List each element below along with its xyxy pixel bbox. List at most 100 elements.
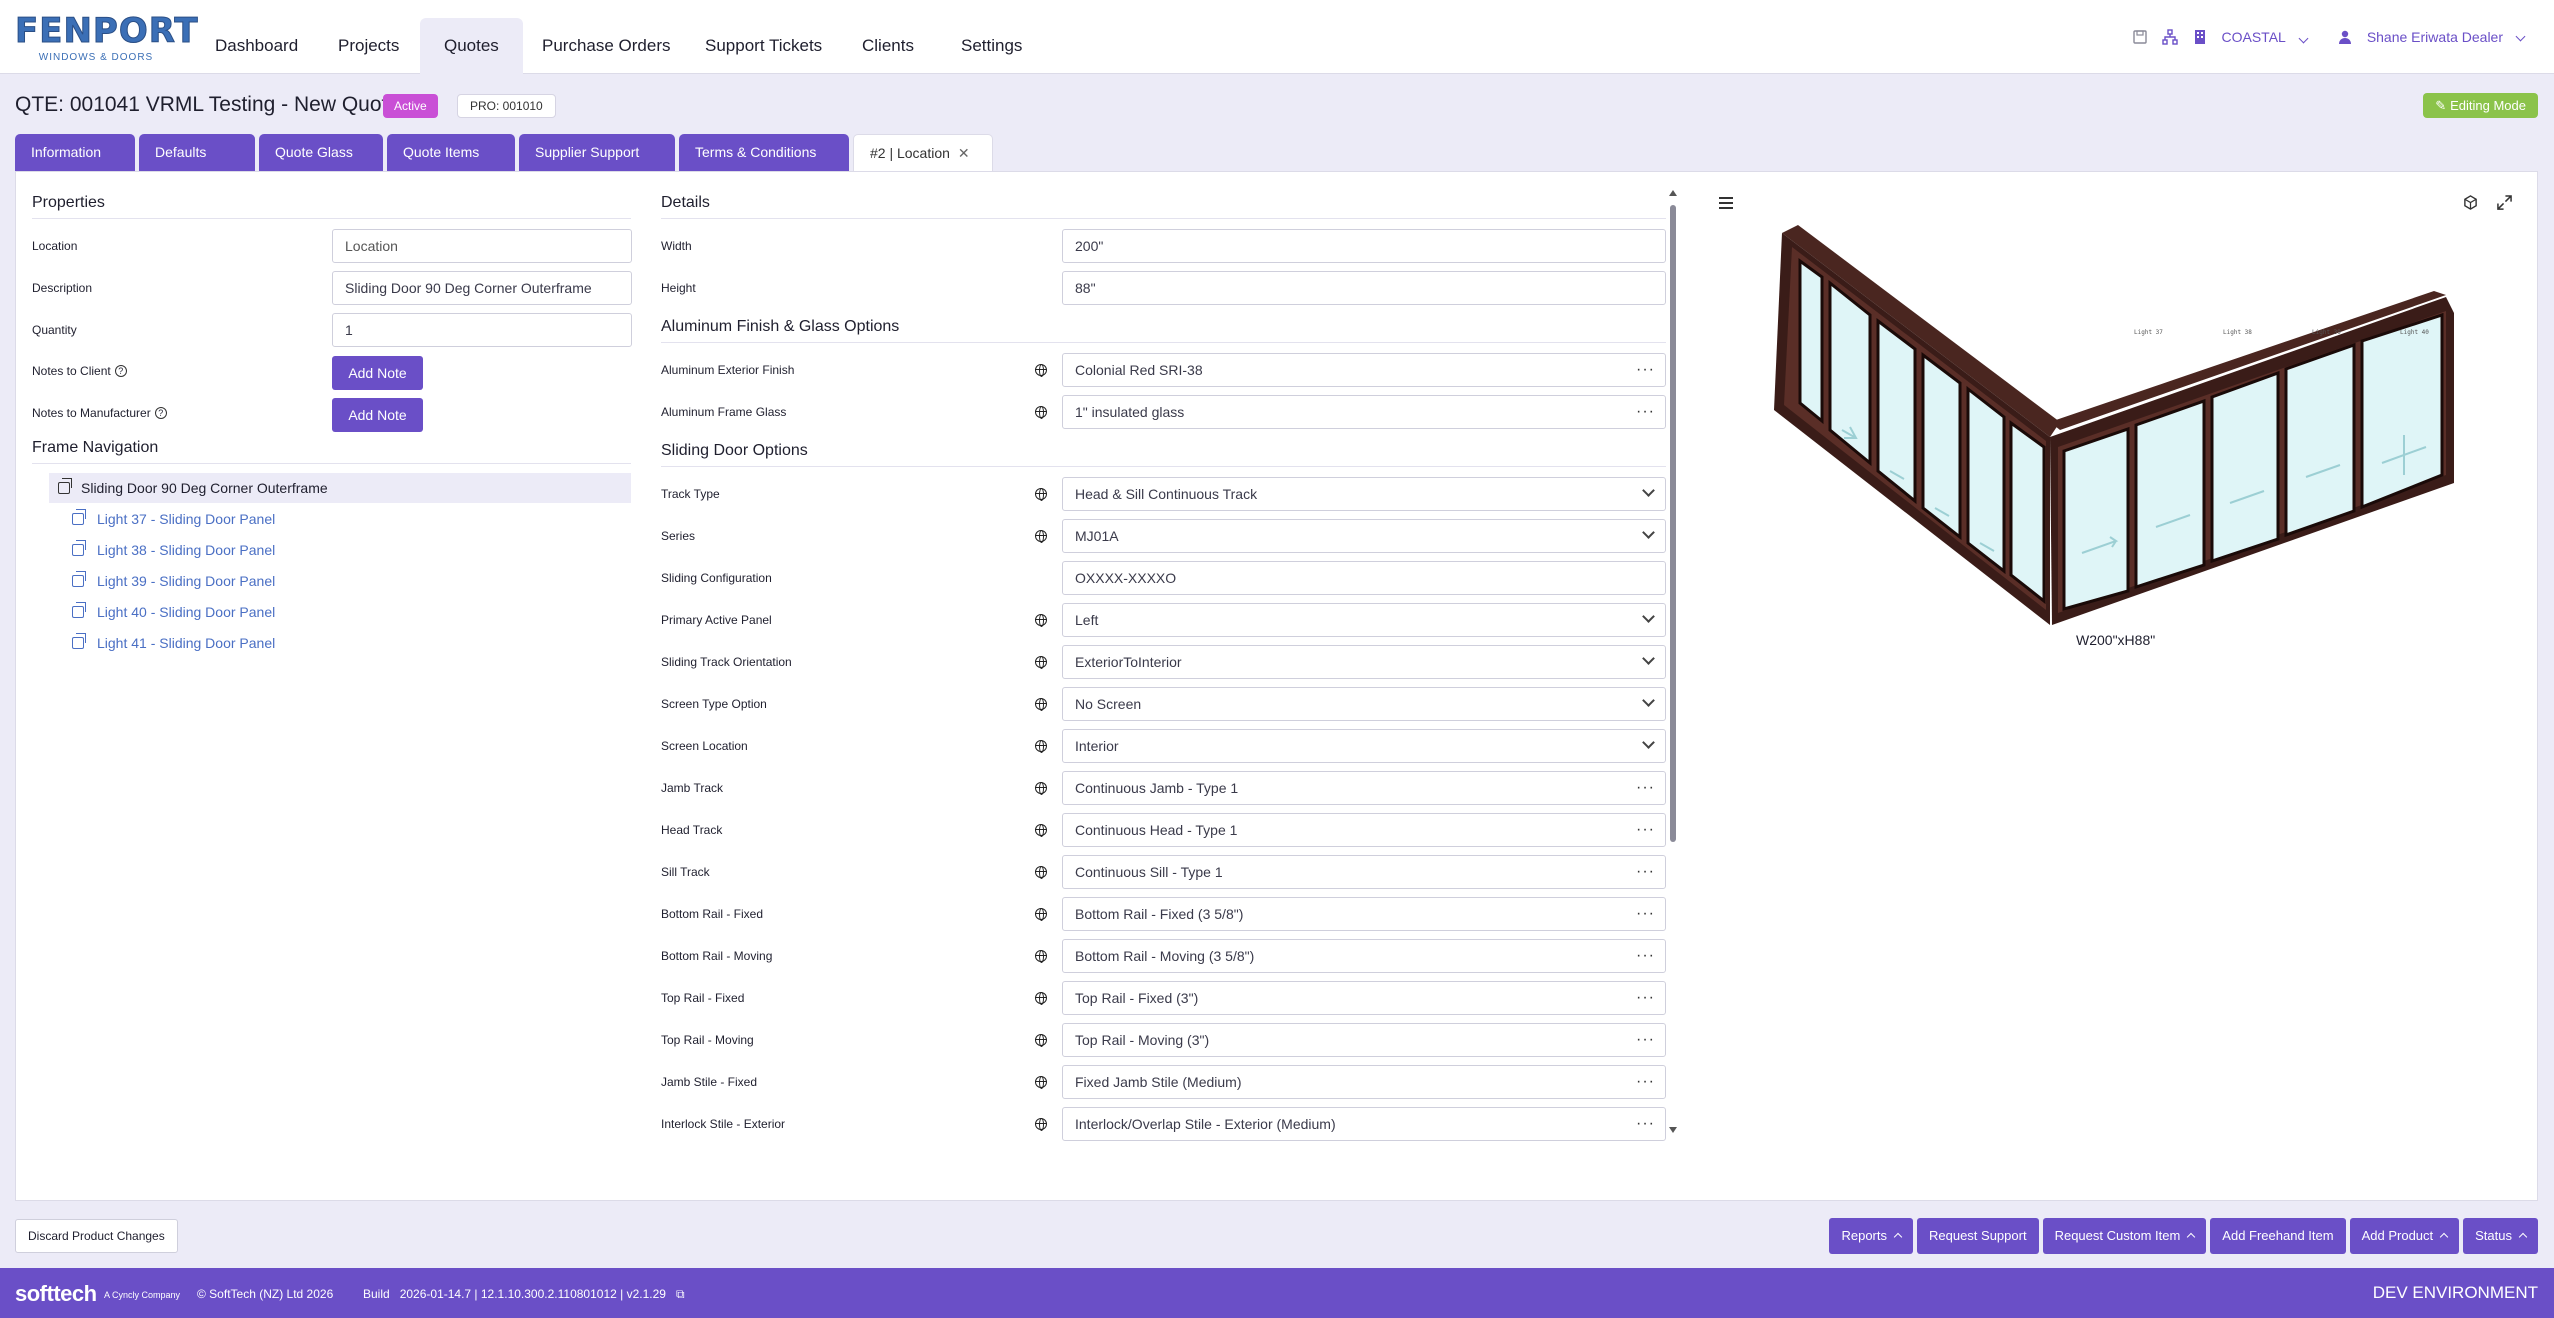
bottom-rail-fixed-input[interactable]: Bottom Rail - Fixed (3 5/8") ··· xyxy=(1062,897,1666,931)
jamb-stile-fixed-input[interactable]: Fixed Jamb Stile (Medium) ··· xyxy=(1062,1065,1666,1099)
jamb-track-input[interactable]: Continuous Jamb - Type 1 ··· xyxy=(1062,771,1666,805)
globe-icon[interactable] xyxy=(1035,364,1047,377)
tab-quote-glass[interactable]: Quote Glass xyxy=(259,134,383,171)
more-icon[interactable]: ··· xyxy=(1636,772,1655,804)
status-button[interactable]: Status xyxy=(2463,1218,2538,1254)
frame-nav-item[interactable]: Light 40 - Sliding Door Panel xyxy=(72,602,275,620)
sliding-configuration-input[interactable]: OXXXX-XXXXO xyxy=(1062,561,1666,595)
globe-icon[interactable] xyxy=(1035,908,1047,921)
track-type-select[interactable]: Head & Sill Continuous Track xyxy=(1062,477,1666,511)
pro-badge[interactable]: PRO: 001010 xyxy=(457,94,556,118)
add-note-manufacturer-button[interactable]: Add Note xyxy=(332,398,423,432)
frame-nav-item[interactable]: Light 37 - Sliding Door Panel xyxy=(72,509,275,527)
add-product-button[interactable]: Add Product xyxy=(2349,1218,2460,1254)
more-icon[interactable]: ··· xyxy=(1636,354,1655,386)
reports-button[interactable]: Reports xyxy=(1829,1218,1913,1254)
tab-supplier-support[interactable]: Supplier Support xyxy=(519,134,675,171)
more-icon[interactable]: ··· xyxy=(1636,982,1655,1014)
more-icon[interactable]: ··· xyxy=(1636,1066,1655,1098)
close-icon[interactable]: ✕ xyxy=(958,145,970,161)
fenport-logo[interactable]: FENPORT WINDOWS & DOORS xyxy=(15,12,199,64)
height-input[interactable]: 88" xyxy=(1062,271,1666,305)
tab-quote-items[interactable]: Quote Items xyxy=(387,134,515,171)
globe-icon[interactable] xyxy=(1035,530,1047,543)
nav-dashboard[interactable]: Dashboard xyxy=(191,18,322,74)
nav-purchase-orders[interactable]: Purchase Orders xyxy=(518,18,695,74)
globe-icon[interactable] xyxy=(1035,406,1047,419)
description-input[interactable]: Sliding Door 90 Deg Corner Outerframe xyxy=(332,271,632,305)
chevron-down-icon[interactable] xyxy=(2515,31,2526,41)
more-icon[interactable]: ··· xyxy=(1636,898,1655,930)
location-input[interactable]: Location xyxy=(332,229,632,263)
tab-information[interactable]: Information xyxy=(15,134,135,171)
globe-icon[interactable] xyxy=(1035,488,1047,501)
nav-settings[interactable]: Settings xyxy=(937,18,1046,74)
request-custom-item-button[interactable]: Request Custom Item xyxy=(2042,1218,2207,1254)
globe-icon[interactable] xyxy=(1035,824,1047,837)
more-icon[interactable]: ··· xyxy=(1636,814,1655,846)
door-3d-preview[interactable]: Light 37 Light 38 Light 39 Light 40 xyxy=(1770,225,2460,630)
more-icon[interactable]: ··· xyxy=(1636,856,1655,888)
screen-location-select[interactable]: Interior xyxy=(1062,729,1666,763)
more-icon[interactable]: ··· xyxy=(1636,1024,1655,1056)
nav-quotes[interactable]: Quotes xyxy=(420,18,523,74)
interlock-stile-exterior-input[interactable]: Interlock/Overlap Stile - Exterior (Medi… xyxy=(1062,1107,1666,1141)
width-input[interactable]: 200" xyxy=(1062,229,1666,263)
globe-icon[interactable] xyxy=(1035,866,1047,879)
cube-icon[interactable] xyxy=(2463,195,2478,210)
primary-active-panel-select[interactable]: Left xyxy=(1062,603,1666,637)
nav-support-tickets[interactable]: Support Tickets xyxy=(681,18,846,74)
globe-icon[interactable] xyxy=(1035,1034,1047,1047)
more-icon[interactable]: ··· xyxy=(1636,1108,1655,1140)
hierarchy-icon[interactable] xyxy=(2161,29,2178,45)
scrollbar-thumb[interactable] xyxy=(1670,205,1676,842)
frame-nav-item[interactable]: Light 39 - Sliding Door Panel xyxy=(72,571,275,589)
bottom-rail-moving-input[interactable]: Bottom Rail - Moving (3 5/8") ··· xyxy=(1062,939,1666,973)
head-track-input[interactable]: Continuous Head - Type 1 ··· xyxy=(1062,813,1666,847)
editing-mode-button[interactable]: ✎ Editing Mode xyxy=(2423,93,2538,118)
globe-icon[interactable] xyxy=(1035,782,1047,795)
globe-icon[interactable] xyxy=(1035,740,1047,753)
copy-icon[interactable]: ⧉ xyxy=(676,1287,685,1301)
add-note-client-button[interactable]: Add Note xyxy=(332,356,423,390)
globe-icon[interactable] xyxy=(1035,1118,1047,1131)
frame-nav-item[interactable]: Light 38 - Sliding Door Panel xyxy=(72,540,275,558)
branch-selector[interactable]: COASTAL xyxy=(2222,29,2286,45)
globe-icon[interactable] xyxy=(1035,1076,1047,1089)
globe-icon[interactable] xyxy=(1035,950,1047,963)
series-select[interactable]: MJ01A xyxy=(1062,519,1666,553)
request-support-button[interactable]: Request Support xyxy=(1917,1218,2039,1254)
frame-nav-item[interactable]: Light 41 - Sliding Door Panel xyxy=(72,633,275,651)
expand-icon[interactable] xyxy=(2497,195,2512,210)
nav-clients[interactable]: Clients xyxy=(838,18,938,74)
frame-glass-input[interactable]: 1" insulated glass ··· xyxy=(1062,395,1666,429)
nav-projects[interactable]: Projects xyxy=(314,18,423,74)
quantity-input[interactable]: 1 xyxy=(332,313,632,347)
chevron-down-icon[interactable] xyxy=(2298,33,2309,43)
user-menu[interactable]: Shane Eriwata Dealer xyxy=(2367,29,2503,45)
exterior-finish-input[interactable]: Colonial Red SRI-38 ··· xyxy=(1062,353,1666,387)
scroll-down-arrow[interactable] xyxy=(1669,1127,1677,1133)
track-orientation-select[interactable]: ExteriorToInterior xyxy=(1062,645,1666,679)
globe-icon[interactable] xyxy=(1035,656,1047,669)
top-rail-moving-input[interactable]: Top Rail - Moving (3") ··· xyxy=(1062,1023,1666,1057)
save-icon[interactable] xyxy=(2132,29,2148,45)
tab-location[interactable]: #2 | Location ✕ xyxy=(853,134,993,171)
viewer-menu-icon[interactable] xyxy=(1719,197,1733,209)
sill-track-input[interactable]: Continuous Sill - Type 1 ··· xyxy=(1062,855,1666,889)
tab-terms-conditions[interactable]: Terms & Conditions xyxy=(679,134,849,171)
discard-changes-button[interactable]: Discard Product Changes xyxy=(15,1219,178,1253)
help-icon[interactable]: ? xyxy=(114,365,127,377)
add-freehand-item-button[interactable]: Add Freehand Item xyxy=(2210,1218,2346,1254)
top-rail-fixed-input[interactable]: Top Rail - Fixed (3") ··· xyxy=(1062,981,1666,1015)
globe-icon[interactable] xyxy=(1035,992,1047,1005)
frame-nav-root[interactable]: Sliding Door 90 Deg Corner Outerframe xyxy=(49,473,631,503)
scroll-up-arrow[interactable] xyxy=(1669,190,1677,196)
help-icon[interactable]: ? xyxy=(154,407,167,419)
tab-defaults[interactable]: Defaults xyxy=(139,134,255,171)
more-icon[interactable]: ··· xyxy=(1636,940,1655,972)
globe-icon[interactable] xyxy=(1035,698,1047,711)
screen-type-select[interactable]: No Screen xyxy=(1062,687,1666,721)
more-icon[interactable]: ··· xyxy=(1636,396,1655,428)
globe-icon[interactable] xyxy=(1035,614,1047,627)
